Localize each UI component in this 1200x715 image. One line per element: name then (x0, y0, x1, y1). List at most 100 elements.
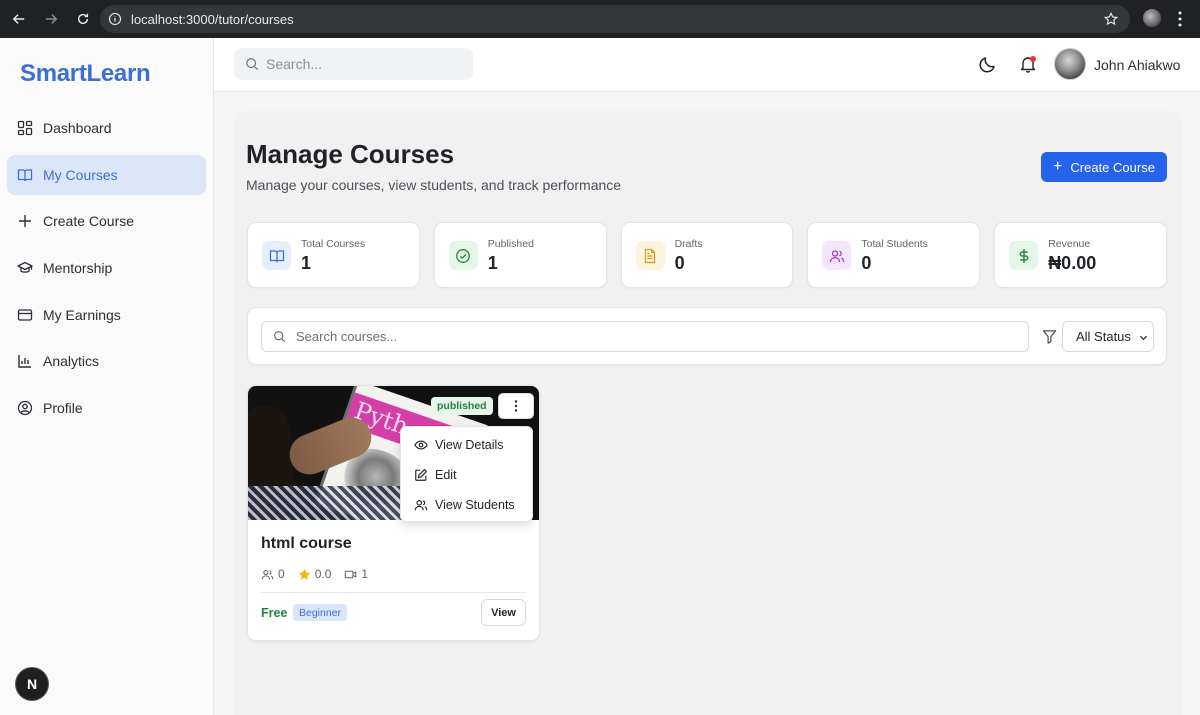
sidebar-nav: Dashboard My Courses Create Course Mento… (7, 108, 206, 435)
sidebar-item-profile[interactable]: Profile (7, 388, 206, 428)
create-course-label: Create Course (1070, 159, 1155, 175)
video-icon (345, 570, 357, 578)
stat-value: 1 (301, 253, 312, 273)
page-title: Manage Courses (246, 139, 455, 169)
stat-value: 0 (861, 253, 872, 273)
student-count: 0 (261, 567, 285, 581)
menu-item-view-students[interactable]: View Students (401, 490, 532, 520)
status-filter-select[interactable]: All Status (1062, 321, 1154, 352)
stat-label: Published (487, 238, 534, 250)
plus-icon: + (1053, 158, 1063, 175)
course-title[interactable]: html course (261, 535, 352, 553)
credit-card-icon (17, 309, 33, 321)
stat-label: Total Courses (301, 238, 366, 250)
menu-item-label: Edit (435, 468, 457, 482)
book-icon (17, 169, 33, 181)
stat-value: 1 (487, 253, 498, 273)
star-icon (298, 568, 310, 580)
card-divider (261, 592, 527, 593)
sidebar-item-label: Profile (43, 400, 83, 417)
sidebar-item-label: Create Course (43, 213, 135, 230)
course-search-placeholder: Search courses... (296, 329, 398, 344)
course-rating: 0.0 (298, 567, 332, 581)
forward-icon[interactable] (36, 4, 66, 34)
user-circle-icon (17, 400, 33, 416)
dev-tools-badge[interactable]: N (16, 668, 48, 700)
stat-card-total-courses: Total Courses 1 (247, 222, 420, 288)
stat-card-published: Published 1 (433, 222, 607, 288)
create-course-button[interactable]: + Create Course (1041, 152, 1167, 182)
level-badge: Beginner (293, 604, 348, 621)
browser-profile-icon[interactable] (1143, 9, 1161, 27)
sidebar-item-my-courses[interactable]: My Courses (7, 154, 206, 195)
sidebar-item-label: Analytics (43, 353, 100, 370)
sidebar-item-label: Dashboard (43, 120, 112, 136)
search-icon (274, 331, 286, 343)
thumbnail-sleeve (248, 486, 408, 520)
search-icon (246, 58, 259, 71)
sidebar-item-dashboard[interactable]: Dashboard (7, 108, 206, 148)
rating-value: 0.0 (314, 567, 332, 581)
main-panel: Manage Courses Manage your courses, view… (234, 111, 1182, 715)
moon-icon[interactable] (978, 54, 998, 74)
brand-logo[interactable]: SmartLearn (20, 60, 151, 88)
bar-chart-icon (18, 355, 31, 369)
stat-card-total-students: Total Students 0 (807, 222, 981, 288)
course-meta: 0 0.0 1 (261, 567, 381, 581)
stat-label: Revenue (1048, 238, 1091, 250)
user-name[interactable]: John Ahiakwo (1094, 57, 1180, 73)
reload-icon[interactable] (68, 4, 98, 34)
stats-row: Total Courses 1 Published 1 Drafts 0 Tot… (247, 222, 1167, 288)
stat-card-revenue: Revenue ₦0.00 (994, 222, 1167, 288)
users-icon (822, 241, 852, 270)
browser-menu-icon[interactable] (1176, 11, 1184, 27)
stat-label: Total Students (861, 238, 928, 250)
video-count-value: 1 (361, 567, 369, 581)
address-bar[interactable]: localhost:3000/tutor/courses (100, 5, 1130, 33)
video-count: 1 (344, 567, 368, 581)
global-search-input[interactable]: Search... (234, 48, 473, 80)
view-course-button[interactable]: View (481, 599, 526, 626)
stat-value: ₦0.00 (1048, 253, 1097, 273)
course-actions-button[interactable] (498, 393, 534, 419)
course-price: Free (261, 606, 288, 620)
users-icon (414, 500, 428, 511)
sidebar-item-create-course[interactable]: Create Course (7, 201, 206, 241)
edit-icon (415, 469, 427, 481)
menu-item-view-details[interactable]: View Details (401, 430, 532, 460)
sidebar-item-my-earnings[interactable]: My Earnings (7, 295, 206, 335)
status-filter-value: All Status (1076, 329, 1131, 344)
plus-icon (19, 215, 31, 228)
check-circle-icon (448, 241, 478, 270)
menu-item-label: View Details (435, 438, 504, 452)
course-card[interactable]: Pyth published View Details Edit View St… (247, 385, 540, 641)
sidebar: SmartLearn Dashboard My Courses Create C… (0, 38, 214, 715)
course-actions-menu: View Details Edit View Students (400, 426, 533, 522)
site-info-icon[interactable] (108, 12, 122, 26)
menu-item-edit[interactable]: Edit (401, 460, 532, 490)
page-subtitle: Manage your courses, view students, and … (246, 177, 622, 193)
url-text: localhost:3000/tutor/courses (131, 11, 294, 27)
bookmark-star-icon[interactable] (1104, 12, 1118, 26)
browser-toolbar: localhost:3000/tutor/courses (0, 0, 1200, 38)
sidebar-item-label: My Earnings (43, 306, 121, 323)
file-text-icon (635, 241, 665, 270)
back-icon[interactable] (4, 4, 34, 34)
menu-item-label: View Students (435, 498, 515, 512)
book-icon (262, 241, 291, 270)
sidebar-item-analytics[interactable]: Analytics (7, 341, 206, 381)
filter-icon (1042, 330, 1057, 344)
search-placeholder: Search... (266, 56, 323, 72)
sidebar-item-mentorship[interactable]: Mentorship (7, 248, 206, 288)
top-header: Search... John Ahiakwo (214, 38, 1200, 92)
dashboard-icon (17, 120, 33, 136)
avatar[interactable] (1054, 48, 1086, 80)
sidebar-item-label: My Courses (43, 166, 118, 183)
chevron-down-icon (1139, 335, 1148, 341)
graduation-cap-icon (17, 261, 33, 273)
status-badge: published (431, 397, 493, 415)
course-search-input[interactable]: Search courses... (261, 321, 1029, 352)
eye-icon (414, 440, 428, 450)
student-count-value: 0 (278, 567, 285, 581)
stat-value: 0 (674, 253, 685, 273)
